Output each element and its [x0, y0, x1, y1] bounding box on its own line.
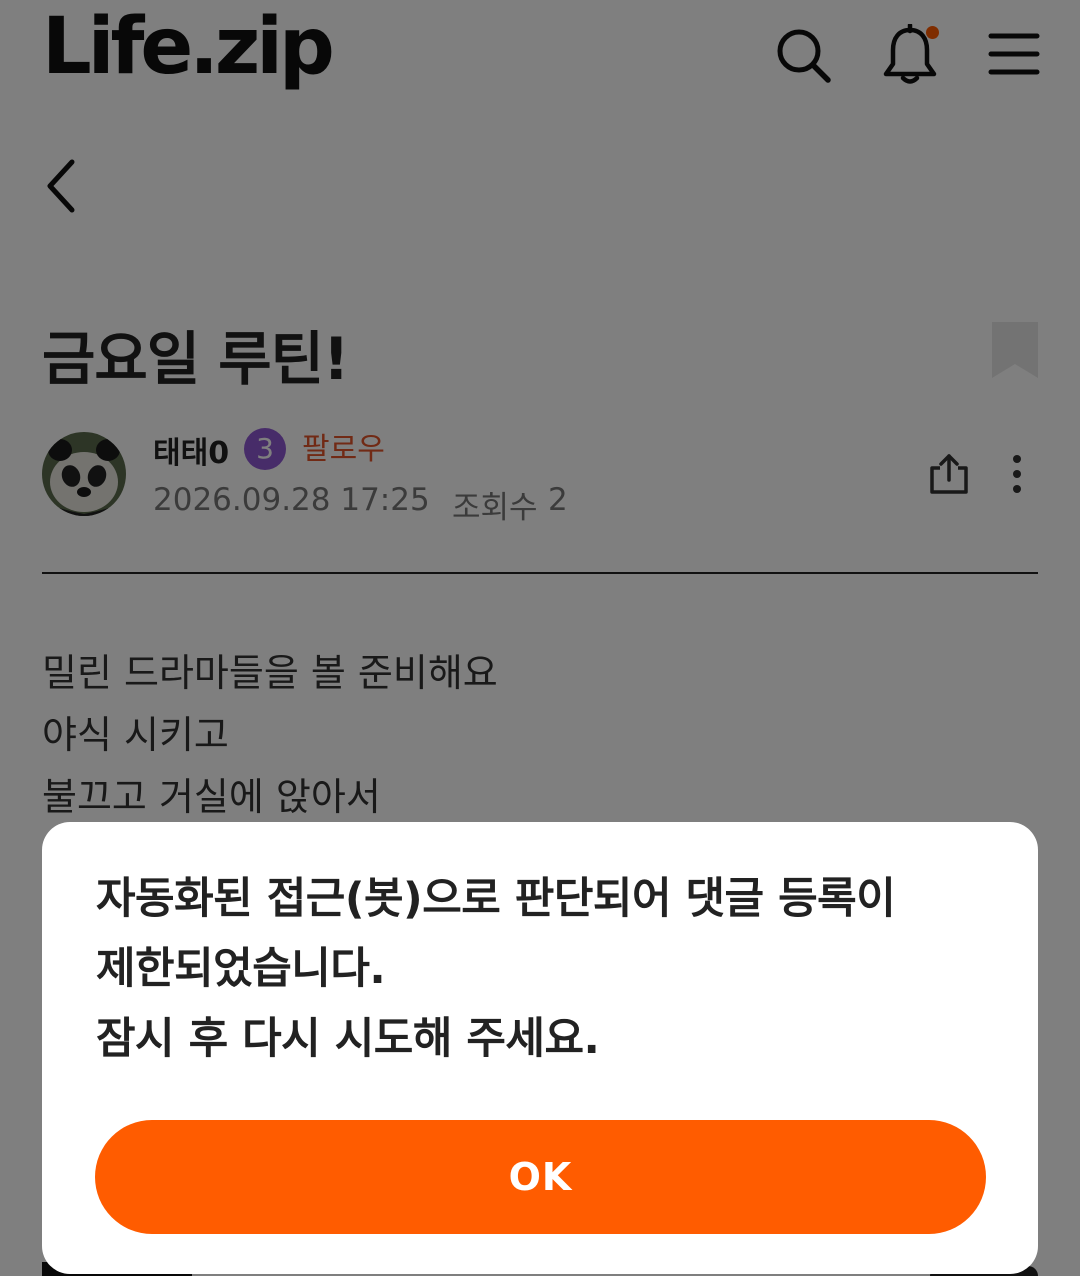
dialog-message: 자동화된 접근(봇)으로 판단되어 댓글 등록이 제한되었습니다. 잠시 후 다…: [96, 864, 976, 1074]
dialog-message-line: 잠시 후 다시 시도해 주세요.: [96, 1014, 600, 1064]
alert-dialog: 자동화된 접근(봇)으로 판단되어 댓글 등록이 제한되었습니다. 잠시 후 다…: [42, 822, 1038, 1274]
dialog-message-line: 제한되었습니다.: [96, 944, 386, 994]
ok-button[interactable]: OK: [95, 1120, 986, 1234]
dialog-message-line: 자동화된 접근(봇)으로 판단되어 댓글 등록이: [96, 874, 896, 924]
page: Life.zip 금요일 루틴!: [0, 0, 1080, 1276]
